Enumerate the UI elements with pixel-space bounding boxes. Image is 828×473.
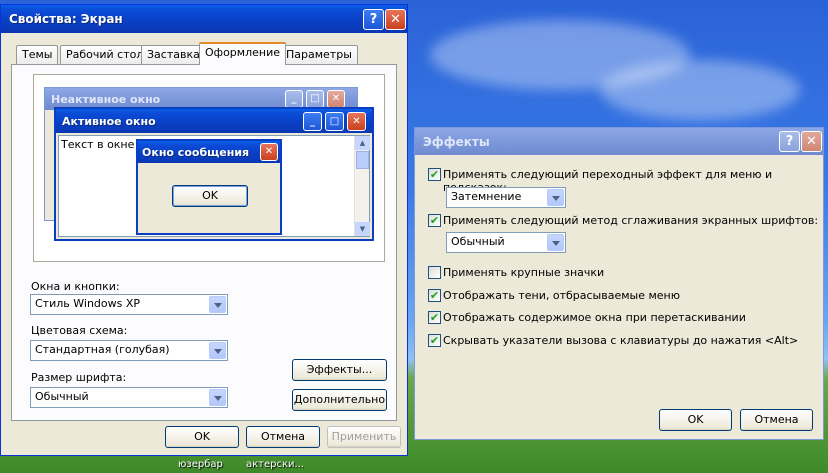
preview-message-box: Окно сообщения ✕ OK [136,139,282,235]
minimize-icon: _ [303,112,322,131]
tab-appearance[interactable]: Оформление [199,42,286,65]
color-scheme-select[interactable]: Стандартная (голубая) [30,340,228,361]
close-icon: ✕ [260,143,278,161]
chevron-down-icon[interactable] [209,296,226,313]
menu-shadows-label[interactable]: Отображать тени, отбрасываемые меню [443,289,680,302]
menu-shadows-checkbox[interactable] [428,289,441,302]
appearance-panel: Неактивное окно _ □ ✕ Активное окно _ □ … [11,64,397,421]
window-title: Свойства: Экран [9,12,123,26]
help-button[interactable]: ? [363,9,384,30]
font-smoothing-value: Обычный [451,235,505,248]
maximize-icon: □ [306,90,324,108]
close-button[interactable]: ✕ [385,9,406,30]
message-title: Окно сообщения [142,146,250,159]
chevron-down-icon[interactable] [547,189,564,206]
font-size-value: Обычный [35,390,89,403]
apply-button[interactable]: Применить [327,426,401,448]
color-scheme-value: Стандартная (голубая) [35,343,170,356]
effects-window: Эффекты ? ✕ Применять следующий переходн… [414,127,824,440]
preview-area: Неактивное окно _ □ ✕ Активное окно _ □ … [33,74,385,262]
tab-desktop[interactable]: Рабочий стол [60,45,150,64]
windows-buttons-select[interactable]: Стиль Windows XP [30,294,228,315]
windows-buttons-value: Стиль Windows XP [35,297,141,310]
ok-button[interactable]: OK [165,426,239,448]
font-smoothing-select[interactable]: Обычный [446,232,566,253]
chevron-down-icon[interactable] [209,342,226,359]
window-text: Текст в окне [61,138,135,151]
large-icons-label[interactable]: Применять крупные значки [443,266,604,279]
desktop-icon-label[interactable]: актерски... [246,459,304,470]
chevron-down-icon[interactable] [547,234,564,251]
preview-scrollbar: ▲ ▼ [354,136,370,236]
font-size-label: Размер шрифта: [31,371,127,384]
active-window-title: Активное окно [62,115,156,128]
tab-screensaver[interactable]: Заставка [141,45,206,64]
inactive-window-title: Неактивное окно [51,93,161,106]
font-size-select[interactable]: Обычный [30,387,228,408]
effects-ok-button[interactable]: OK [659,409,732,431]
title-bar[interactable]: Свойства: Экран [1,5,407,33]
close-icon: ✕ [327,90,345,108]
font-smoothing-label[interactable]: Применять следующий метод сглаживания эк… [443,214,818,227]
desktop-icon-label[interactable]: юзербар [178,459,223,470]
drag-contents-label[interactable]: Отображать содержимое окна при перетаски… [443,311,746,324]
windows-buttons-label: Окна и кнопки: [31,280,120,293]
effects-help-button[interactable]: ? [779,131,800,152]
tab-themes[interactable]: Темы [16,45,59,64]
scroll-up-icon: ▲ [355,136,370,150]
effects-title-bar[interactable]: Эффекты [415,128,823,155]
font-smoothing-checkbox[interactable] [428,214,441,227]
scroll-down-icon: ▼ [355,222,370,236]
chevron-down-icon[interactable] [209,389,226,406]
transition-effect-value: Затемнение [451,190,522,203]
effects-button[interactable]: Эффекты... [292,359,387,381]
scroll-thumb [356,151,369,169]
cancel-button[interactable]: Отмена [246,426,320,448]
color-scheme-label: Цветовая схема: [31,324,128,337]
effects-cancel-button[interactable]: Отмена [740,409,813,431]
transition-effect-checkbox[interactable] [428,168,441,181]
tab-settings[interactable]: Параметры [280,45,358,64]
transition-effect-select[interactable]: Затемнение [446,187,566,208]
large-icons-checkbox[interactable] [428,266,441,279]
desktop-cloud [600,60,800,120]
drag-contents-checkbox[interactable] [428,311,441,324]
close-icon: ✕ [347,112,366,131]
minimize-icon: _ [285,90,303,108]
effects-close-button[interactable]: ✕ [801,131,822,152]
advanced-button[interactable]: Дополнительно [292,389,387,411]
maximize-icon: □ [325,112,344,131]
hide-keyboard-cues-checkbox[interactable] [428,334,441,347]
hide-keyboard-cues-label[interactable]: Скрывать указатели вызова с клавиатуры д… [443,334,798,347]
effects-title: Эффекты [423,135,490,149]
display-properties-window: Свойства: Экран ? ✕ Темы Рабочий стол За… [0,4,408,456]
message-title-bar: Окно сообщения [138,141,280,163]
message-ok-button: OK [172,185,248,207]
